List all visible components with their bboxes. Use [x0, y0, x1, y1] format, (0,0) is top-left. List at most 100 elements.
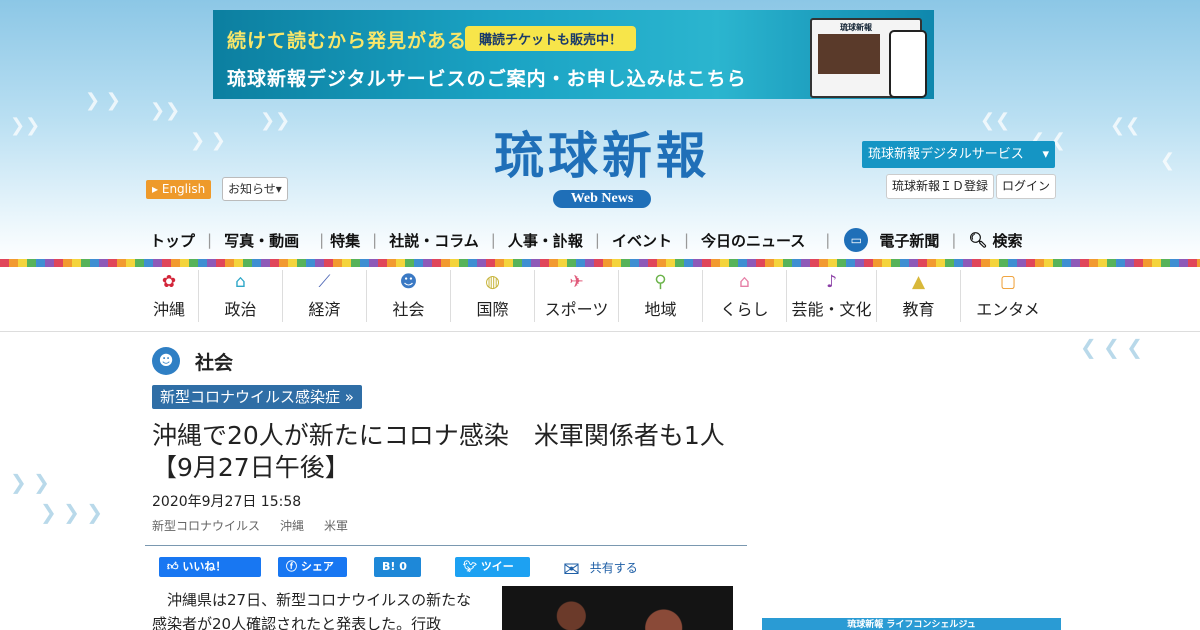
category-economy[interactable]: ⟋ 経済 — [283, 270, 367, 322]
thumbs-up-icon: 👍︎ — [167, 560, 179, 573]
fish-decoration-icon: ❮❮ — [1110, 115, 1141, 136]
digital-service-banner[interactable]: 続けて読むから発見がある 購読チケットも販売中！ 琉球新報デジタルサービスのご案… — [213, 10, 934, 99]
category-living[interactable]: ⌂ くらし — [703, 270, 787, 322]
nav-top[interactable]: トップ — [150, 230, 195, 251]
site-logo[interactable]: 琉球新報 Web News — [452, 125, 752, 208]
building-icon: ⌂ — [235, 272, 246, 292]
digital-service-dropdown[interactable]: 琉球新報デジタルサービス ▾ — [862, 141, 1055, 168]
nav-events[interactable]: イベント — [612, 230, 672, 251]
article-headline: 沖縄で20人が新たにコロナ感染 米軍関係者も1人【9月27日午後】 — [152, 421, 725, 482]
people-icon: ☻ — [152, 347, 180, 375]
chart-icon: ⟋ — [318, 272, 331, 292]
fish-decoration-icon: ❯❯ — [10, 115, 41, 136]
tag-link[interactable]: 米軍 — [324, 517, 348, 534]
nav-separator: | — [825, 231, 831, 249]
fish-decoration-icon: ❯❯ — [150, 100, 181, 121]
nav-personnel-obituaries[interactable]: 人事・訃報 — [508, 230, 583, 251]
logo-subtitle: Web News — [552, 190, 652, 208]
category-label: 教育 — [902, 300, 935, 319]
nav-features[interactable]: 特集 — [330, 230, 360, 251]
logo-wordmark: 琉球新報 — [494, 126, 710, 185]
nav-epaper[interactable]: ▭ 電子新聞 — [844, 228, 939, 252]
facebook-like-button[interactable]: 👍︎ いいね！ 215 — [159, 557, 261, 593]
category-okinawa[interactable]: ✿ 沖縄 — [140, 270, 199, 322]
category-label: 政治 — [224, 300, 257, 319]
tweet-button[interactable]: 🐦︎ ツイート — [455, 557, 530, 593]
id-register-button[interactable]: 琉球新報ＩＤ登録 — [886, 174, 995, 199]
category-arts-culture[interactable]: ♪ 芸能・文化 — [787, 270, 877, 322]
login-button[interactable]: ログイン — [996, 174, 1057, 199]
mail-share-label: 共有する — [589, 561, 638, 575]
share-label: シェア — [300, 560, 334, 573]
category-label: くらし — [720, 300, 769, 319]
envelope-icon: ✉ — [563, 556, 580, 581]
category-international[interactable]: ◍ 国際 — [451, 270, 535, 322]
nav-separator: | — [951, 231, 957, 249]
coronavirus-image — [502, 586, 733, 630]
category-nav: ✿ 沖縄 ⌂ 政治 ⟋ 経済 ☻ 社会 ◍ 国際 ✈ スポーツ ⚲ 地域 ⌂ く… — [140, 270, 1055, 326]
article-body: 沖縄県は27日、新型コロナウイルスの新たな感染者が20人確認されたと発表した。行… — [152, 591, 472, 630]
banner-device-title: 琉球新報 — [840, 23, 872, 32]
tag-link[interactable]: 新型コロナウイルス — [152, 517, 260, 534]
house-icon: ⌂ — [739, 272, 750, 292]
nav-separator: | — [490, 231, 496, 249]
fish-decoration-icon: ❯ ❯ — [85, 90, 121, 111]
hibiscus-icon: ✿ — [161, 272, 177, 292]
search-icon: 🔍︎ — [968, 231, 988, 249]
search-label: 検索 — [992, 231, 1023, 250]
tv-icon: ▢ — [999, 272, 1017, 292]
runner-icon: ✈ — [569, 272, 584, 292]
notice-label: お知らせ — [228, 182, 276, 196]
category-entertainment[interactable]: ▢ エンタメ — [961, 270, 1055, 322]
caret-down-icon: ▾ — [275, 182, 282, 196]
nav-editorials[interactable]: 社説・コラム — [389, 230, 479, 251]
article-tags: 新型コロナウイルス 沖縄 米軍 — [152, 517, 348, 534]
fish-decoration-icon: ❯ ❯ ❯ — [40, 500, 103, 524]
article-date: 2020年9月27日 15:58 — [152, 494, 302, 510]
fish-decoration-icon: ❯❯ — [260, 110, 291, 131]
nav-photo-video[interactable]: 写真・動画 — [224, 230, 299, 251]
people-icon: ☻ — [399, 272, 418, 292]
tag-link[interactable]: 沖縄 — [280, 517, 304, 534]
category-label: スポーツ — [544, 300, 609, 319]
nav-todays-news[interactable]: 今日のニュース — [701, 230, 805, 251]
category-politics[interactable]: ⌂ 政治 — [199, 270, 283, 322]
hatena-bookmark-button[interactable]: B! 0 — [374, 557, 421, 577]
sanshin-icon: ♪ — [826, 272, 837, 292]
sidebar-banner[interactable]: 琉球新報 ライフコンシェルジュ — [762, 618, 1061, 630]
category-label: 沖縄 — [152, 300, 185, 319]
globe-icon: ◍ — [485, 272, 500, 292]
category-label: エンタメ — [976, 300, 1040, 319]
mail-share-button[interactable]: ✉ 共有する — [563, 557, 638, 580]
fish-decoration-icon: ❯ ❯ — [10, 470, 50, 494]
fish-decoration-icon: ❯ ❯ — [190, 130, 226, 151]
category-region[interactable]: ⚲ 地域 — [619, 270, 703, 322]
global-nav: トップ | 写真・動画 | 特集 | 社説・コラム | 人事・訃報 | イベント… — [150, 226, 1022, 254]
caret-down-icon: ▾ — [1042, 147, 1049, 162]
category-education[interactable]: ▲ 教育 — [877, 270, 961, 322]
category-label: 地域 — [644, 300, 677, 319]
category-label: 国際 — [476, 300, 509, 319]
facebook-icon: ⓕ — [286, 560, 297, 573]
epaper-label: 電子新聞 — [879, 231, 940, 250]
nav-separator: | — [594, 231, 600, 249]
banner-tagline: 続けて読むから発見がある — [227, 30, 468, 52]
english-button[interactable]: ▸ English — [146, 180, 212, 199]
nav-separator: | — [372, 231, 378, 249]
category-society[interactable]: ☻ 社会 — [367, 270, 451, 322]
facebook-share-button[interactable]: ⓕ シェア — [278, 557, 347, 577]
article-divider — [145, 545, 747, 546]
banner-headline: 琉球新報デジタルサービスのご案内・お申し込みはこちら — [227, 68, 747, 90]
notice-dropdown[interactable]: お知らせ▾ — [222, 177, 288, 201]
play-arrow-icon: ▸ — [152, 182, 159, 196]
category-sports[interactable]: ✈ スポーツ — [535, 270, 619, 322]
fish-decoration-icon: ❮ — [1160, 150, 1176, 171]
nav-separator: | — [319, 231, 325, 249]
nav-separator: | — [683, 231, 690, 249]
nav-search[interactable]: 🔍︎ 検索 — [968, 230, 1022, 251]
digital-service-label: 琉球新報デジタルサービス — [868, 147, 1024, 162]
mortarboard-icon: ▲ — [911, 272, 926, 292]
topic-tag-link[interactable]: 新型コロナウイルス感染症 » — [152, 385, 362, 409]
section-title: 社会 — [195, 352, 234, 374]
category-nav-divider — [0, 331, 1200, 332]
